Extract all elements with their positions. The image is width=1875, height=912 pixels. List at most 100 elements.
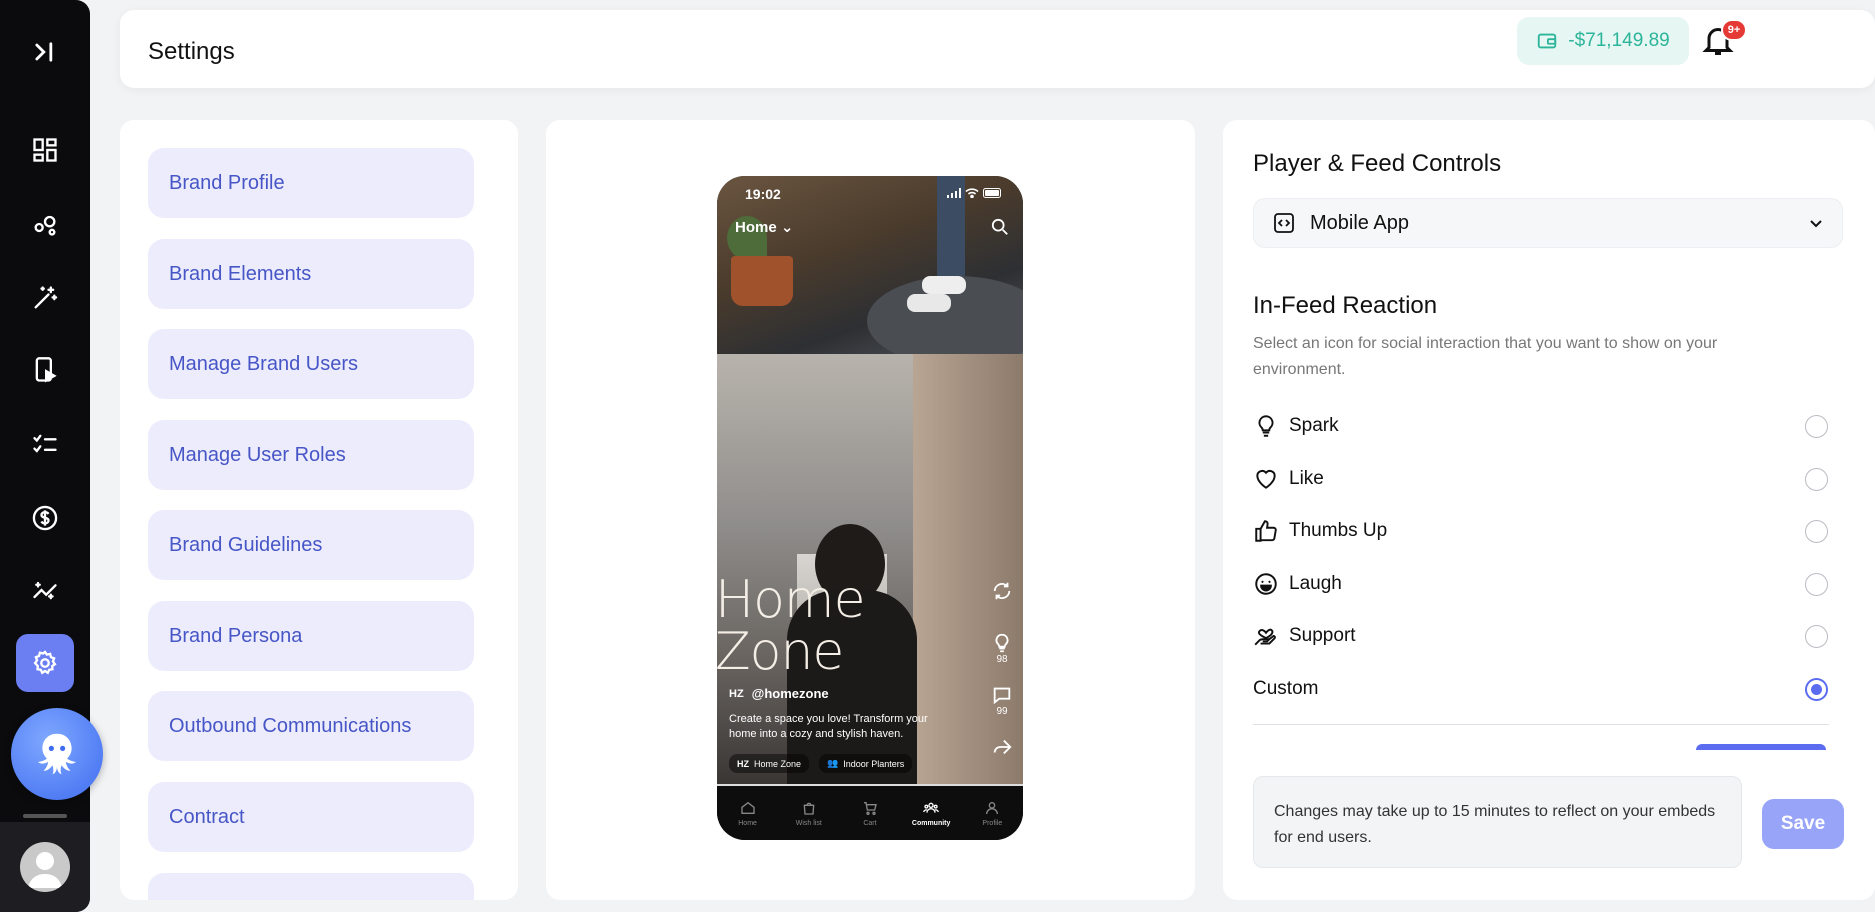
share-action[interactable] — [989, 736, 1015, 788]
overlay-line-1: Home — [717, 570, 866, 630]
post-caption: Create a space you love! Transform your … — [729, 713, 928, 740]
rotate-icon — [993, 582, 1011, 600]
menu-item-brand-persona[interactable]: Brand Persona — [148, 601, 474, 671]
reaction-option-like[interactable]: Like — [1253, 464, 1828, 494]
reaction-radio[interactable] — [1805, 520, 1828, 543]
reaction-option-thumbs-up[interactable]: Thumbs Up — [1253, 516, 1828, 546]
post-author[interactable]: HZ @homezone — [729, 686, 829, 701]
support-hand-icon — [1254, 628, 1276, 646]
notification-count-badge: 9+ — [1721, 19, 1747, 41]
dashboard-icon[interactable] — [25, 130, 65, 170]
reaction-option-laugh[interactable]: Laugh — [1253, 569, 1828, 599]
menu-item-contract[interactable]: Contract — [148, 782, 474, 852]
controls-title: Player & Feed Controls — [1253, 150, 1502, 177]
cart-icon — [863, 801, 877, 815]
lightbulb-icon — [1258, 415, 1274, 437]
reaction-radio[interactable] — [1805, 468, 1828, 491]
save-button[interactable]: Save — [1762, 799, 1844, 849]
menu-item-brand-elements[interactable]: Brand Elements — [148, 239, 474, 309]
feed-selector-label: Home — [735, 219, 777, 236]
wallet-balance[interactable]: -$71,149.89 — [1517, 17, 1689, 65]
chevron-down-icon — [1810, 220, 1822, 228]
lightbulb-icon — [995, 633, 1009, 653]
overlay-line-2: Zone — [717, 622, 844, 682]
tab-label: Community — [911, 819, 951, 827]
menu-item-manage-user-roles[interactable]: Manage User Roles — [148, 420, 474, 490]
comment-icon — [993, 687, 1011, 705]
plant-pot-shape — [731, 256, 793, 306]
feed-selector[interactable]: Home ⌄ — [735, 218, 793, 236]
chip-badge: HZ — [737, 758, 749, 769]
tab-label: Home — [738, 819, 757, 827]
menu-item-manage-brand-users[interactable]: Manage Brand Users — [148, 329, 474, 399]
spark-count: 98 — [996, 654, 1008, 665]
propagation-note: Changes may take up to 15 minutes to ref… — [1253, 776, 1742, 868]
page-title: Settings — [148, 38, 235, 65]
spark-action[interactable]: 98 — [989, 632, 1015, 684]
settings-icon[interactable] — [16, 634, 74, 692]
comment-count: 99 — [996, 706, 1008, 717]
platform-select[interactable]: Mobile App — [1253, 198, 1843, 248]
video-overlay-text: Home Zone — [717, 570, 866, 682]
rotate-action[interactable] — [989, 580, 1015, 632]
shoe-shape — [922, 276, 966, 294]
reaction-radio[interactable] — [1805, 625, 1828, 648]
reaction-option-custom[interactable]: Custom — [1253, 674, 1828, 704]
tab-label: Cart — [863, 819, 877, 827]
reaction-section-title: In-Feed Reaction — [1253, 292, 1438, 319]
section-divider — [1253, 724, 1829, 725]
reaction-radio[interactable] — [1805, 573, 1828, 596]
tab-profile[interactable]: Profile — [967, 800, 1017, 827]
post-chips: HZ Home Zone 👥 Indoor Planters — [729, 754, 913, 773]
tab-community[interactable]: Community — [906, 800, 956, 827]
platform-select-value: Mobile App — [1310, 211, 1409, 234]
analytics-icon[interactable] — [25, 204, 65, 244]
reaction-section-description: Select an icon for social interaction th… — [1253, 335, 1718, 378]
menu-item-brand-guidelines[interactable]: Brand Guidelines — [148, 510, 474, 580]
video-thumbnail-previous — [717, 176, 1023, 366]
magic-wand-icon[interactable] — [25, 278, 65, 318]
reaction-radio-selected[interactable] — [1805, 678, 1828, 701]
chip-home-zone[interactable]: HZ Home Zone — [729, 754, 810, 773]
phone-tab-bar: Home Wish list Cart Community Profile — [717, 784, 1023, 840]
assistant-mascot-icon[interactable] — [11, 708, 103, 800]
reaction-label: Thumbs Up — [1289, 520, 1388, 541]
menu-item-more[interactable] — [148, 873, 474, 900]
chip-label: Home Zone — [754, 758, 802, 769]
upload-custom-button[interactable] — [1696, 744, 1826, 750]
chevron-down-icon: ⌄ — [780, 219, 794, 236]
tab-wish-list[interactable]: Wish list — [784, 800, 834, 827]
status-icons — [947, 188, 1003, 198]
user-avatar[interactable] — [20, 842, 70, 892]
balance-amount: -$71,149.89 — [1568, 30, 1670, 51]
billing-icon[interactable] — [25, 498, 65, 538]
menu-item-outbound-communications[interactable]: Outbound Communications — [148, 691, 474, 761]
tab-cart[interactable]: Cart — [845, 800, 895, 827]
expand-sidebar-icon[interactable] — [25, 32, 65, 72]
reaction-option-support[interactable]: Support — [1253, 621, 1828, 651]
group-icon: 👥 — [827, 758, 839, 768]
chip-label: Indoor Planters — [843, 758, 905, 769]
thumbs-up-icon — [1255, 520, 1277, 542]
reaction-radio[interactable] — [1805, 415, 1828, 438]
search-icon[interactable] — [991, 218, 1009, 236]
tab-home[interactable]: Home — [723, 800, 773, 827]
tab-label: Profile — [982, 819, 1003, 827]
reaction-option-spark[interactable]: Spark — [1253, 411, 1828, 441]
heart-icon — [1256, 469, 1276, 489]
menu-item-brand-profile[interactable]: Brand Profile — [148, 148, 474, 218]
wallet-icon — [1538, 33, 1557, 49]
video-icon[interactable] — [25, 350, 65, 390]
laugh-icon — [1255, 573, 1277, 595]
chip-indoor-planters[interactable]: 👥 Indoor Planters — [819, 754, 913, 773]
tasks-icon[interactable] — [25, 424, 65, 464]
comment-action[interactable]: 99 — [989, 684, 1015, 736]
battery-icon — [983, 188, 1001, 198]
phone-preview: Home Zone 19:02 Home ⌄ 98 99 ••• HZ @hom… — [717, 176, 1023, 840]
insights-icon[interactable] — [25, 570, 65, 610]
profile-icon — [986, 801, 999, 814]
tab-label: Wish list — [795, 819, 822, 827]
reaction-label: Laugh — [1289, 573, 1342, 594]
settings-menu: Brand Profile Brand Elements Manage Bran… — [120, 120, 518, 900]
status-time: 19:02 — [745, 186, 781, 202]
